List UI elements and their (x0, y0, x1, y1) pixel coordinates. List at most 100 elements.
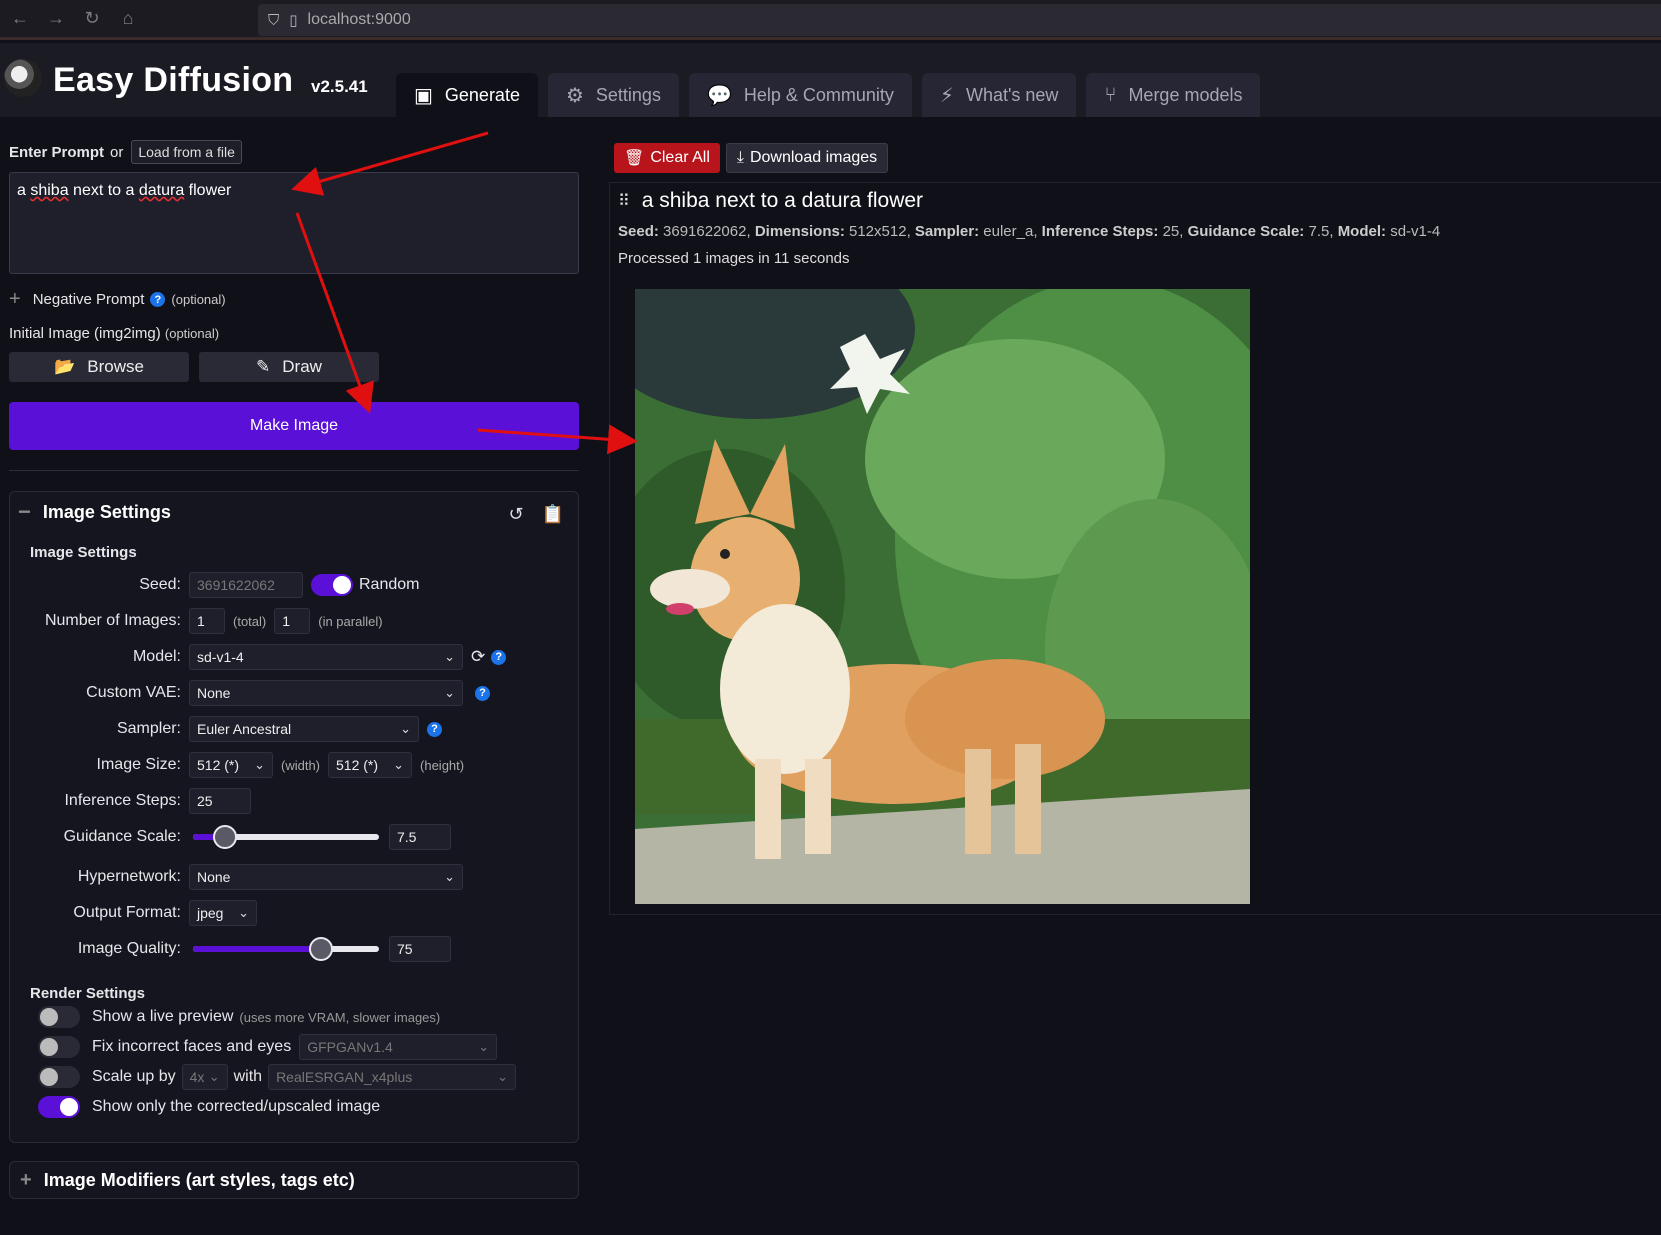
reload-icon[interactable]: ↻ (76, 3, 108, 35)
sampler-select[interactable]: Euler Ancestral ⌄ (189, 716, 419, 742)
quality-slider[interactable] (193, 937, 379, 961)
height-select[interactable]: 512 (*) ⌄ (328, 752, 413, 778)
show-only-toggle[interactable] (38, 1096, 80, 1118)
back-icon[interactable]: ← (4, 3, 36, 35)
help-icon[interactable]: ? (150, 292, 166, 307)
bolt-icon: ⚡ (939, 84, 954, 107)
app-logo (4, 59, 42, 97)
app-header: Easy Diffusion v2.5.41 ▣ Generate ⚙ Sett… (0, 43, 1661, 117)
divider (9, 470, 579, 471)
minus-icon: − (18, 499, 31, 524)
make-image-button[interactable]: Make Image (9, 402, 579, 450)
app-title: Easy Diffusion (53, 61, 294, 99)
image-size-label: Image Size: (96, 756, 181, 773)
upscale-factor-select[interactable]: 4x ⌄ (181, 1064, 228, 1090)
result-card: ⠿ a shiba next to a datura flower Seed: … (609, 182, 1661, 915)
tab-settings[interactable]: ⚙ Settings (547, 73, 679, 117)
prompt-or: or (110, 143, 124, 161)
image-icon: ▣ (414, 84, 433, 107)
model-label: Model: (132, 648, 181, 665)
tab-help-community[interactable]: 💬 Help & Community (688, 73, 912, 117)
width-select[interactable]: 512 (*) ⌄ (189, 752, 273, 778)
load-from-file-button[interactable]: Load from a file (131, 140, 242, 164)
model-select[interactable]: sd-v1-4 ⌄ (189, 644, 463, 670)
num-images-total-input[interactable]: 1 (189, 608, 225, 634)
result-meta: Seed: 3691622062, Dimensions: 512x512, S… (618, 223, 1441, 240)
generated-image[interactable] (635, 289, 1250, 904)
initial-image-buttons: 📂 Browse ✎ Draw (9, 352, 579, 382)
chevron-down-icon: ⌄ (444, 685, 455, 700)
guidance-slider[interactable] (193, 825, 379, 849)
reset-icon[interactable]: ↺ (508, 504, 523, 525)
image-modifiers-panel[interactable]: + Image Modifiers (art styles, tags etc) (9, 1161, 579, 1199)
plus-icon: + (9, 288, 21, 310)
fix-faces-row: Fix incorrect faces and eyes GFPGANv1.4 ⌄ (38, 1032, 558, 1062)
tab-whats-new[interactable]: ⚡ What's new (921, 73, 1077, 117)
output-format-select[interactable]: jpeg ⌄ (189, 900, 257, 926)
folder-open-icon: 📂 (54, 357, 76, 376)
fix-faces-toggle[interactable] (38, 1036, 80, 1058)
slider-thumb[interactable] (309, 937, 334, 961)
guidance-input[interactable]: 7.5 (389, 824, 451, 850)
grip-icon[interactable]: ⠿ (618, 191, 630, 211)
sampler-row: Sampler: Euler Ancestral ⌄ ? (30, 711, 558, 747)
negative-prompt-toggle[interactable]: + Negative Prompt ? (optional) (9, 288, 579, 311)
prompt-label: Enter Prompt (9, 143, 105, 161)
guidance-row: Guidance Scale: 7.5 (30, 819, 558, 855)
chevron-down-icon: ⌄ (497, 1069, 509, 1084)
output-format-label: Output Format: (73, 904, 181, 921)
home-icon[interactable]: ⌂ (112, 3, 144, 35)
tab-generate[interactable]: ▣ Generate (396, 73, 538, 117)
help-icon[interactable]: ? (427, 721, 442, 737)
slider-thumb[interactable] (212, 825, 237, 849)
upscale-row: Scale up by 4x ⌄ with RealESRGAN_x4plus ⌄ (38, 1062, 558, 1092)
app-version: v2.5.41 (311, 77, 368, 96)
page-icon: ▯ (289, 12, 298, 29)
chevron-down-icon: ⌄ (400, 721, 411, 736)
num-images-parallel-input[interactable]: 1 (274, 608, 311, 634)
face-model-select[interactable]: GFPGANv1.4 ⌄ (299, 1034, 498, 1060)
live-preview-note: (uses more VRAM, slower images) (239, 1009, 441, 1025)
image-settings-subtitle: Image Settings (30, 544, 137, 561)
chevron-down-icon: ⌄ (444, 869, 455, 884)
upscale-model-select[interactable]: RealESRGAN_x4plus ⌄ (268, 1064, 517, 1090)
refresh-icon[interactable]: ⟳ (471, 647, 485, 667)
pencil-icon: ✎ (256, 357, 271, 376)
seed-row: Seed: 3691622062 Random (30, 567, 558, 603)
editor-panel: Enter Prompt or Load from a file a shiba… (9, 140, 579, 1199)
steps-input[interactable]: 25 (189, 788, 251, 814)
download-icon: ⤓ (736, 149, 744, 166)
tab-merge-models[interactable]: ⑂ Merge models (1086, 73, 1261, 117)
vae-label: Custom VAE: (86, 684, 181, 701)
browse-button[interactable]: 📂 Browse (9, 352, 189, 382)
toggle-knob (333, 576, 351, 594)
toggle-knob (40, 1038, 58, 1056)
address-bar[interactable]: ⛉ ▯ localhost:9000 (258, 4, 1661, 36)
toggle-knob (40, 1008, 58, 1026)
plus-icon: + (20, 1168, 32, 1191)
hypernetwork-select[interactable]: None ⌄ (189, 864, 463, 890)
upscale-toggle[interactable] (38, 1066, 80, 1088)
generated-image-art (635, 289, 1250, 904)
chevron-down-icon: ⌄ (208, 1069, 220, 1084)
vae-select[interactable]: None ⌄ (189, 680, 463, 706)
seed-input[interactable]: 3691622062 (189, 572, 303, 598)
quality-input[interactable]: 75 (389, 936, 451, 962)
clipboard-icon[interactable]: 📋 (542, 504, 564, 525)
forward-icon[interactable]: → (40, 3, 72, 35)
prompt-input[interactable]: a shiba next to a datura flower (9, 172, 579, 274)
random-seed-toggle[interactable] (311, 574, 353, 596)
seed-label: Seed: (139, 576, 181, 593)
initial-image-label: Initial Image (img2img) (optional) (9, 325, 220, 342)
live-preview-toggle[interactable] (38, 1006, 80, 1028)
download-images-button[interactable]: ⤓ Download images (725, 143, 889, 173)
help-icon[interactable]: ? (491, 649, 507, 665)
show-only-row: Show only the corrected/upscaled image (38, 1092, 558, 1122)
clear-all-button[interactable]: 🗑 Clear All (614, 143, 720, 173)
help-icon[interactable]: ? (475, 685, 490, 701)
parallel-note: (in parallel) (318, 613, 383, 629)
image-settings-header[interactable]: − Image Settings (18, 492, 558, 532)
output-format-row: Output Format: jpeg ⌄ (30, 895, 558, 931)
steps-label: Inference Steps: (64, 792, 181, 809)
draw-button[interactable]: ✎ Draw (199, 352, 379, 382)
